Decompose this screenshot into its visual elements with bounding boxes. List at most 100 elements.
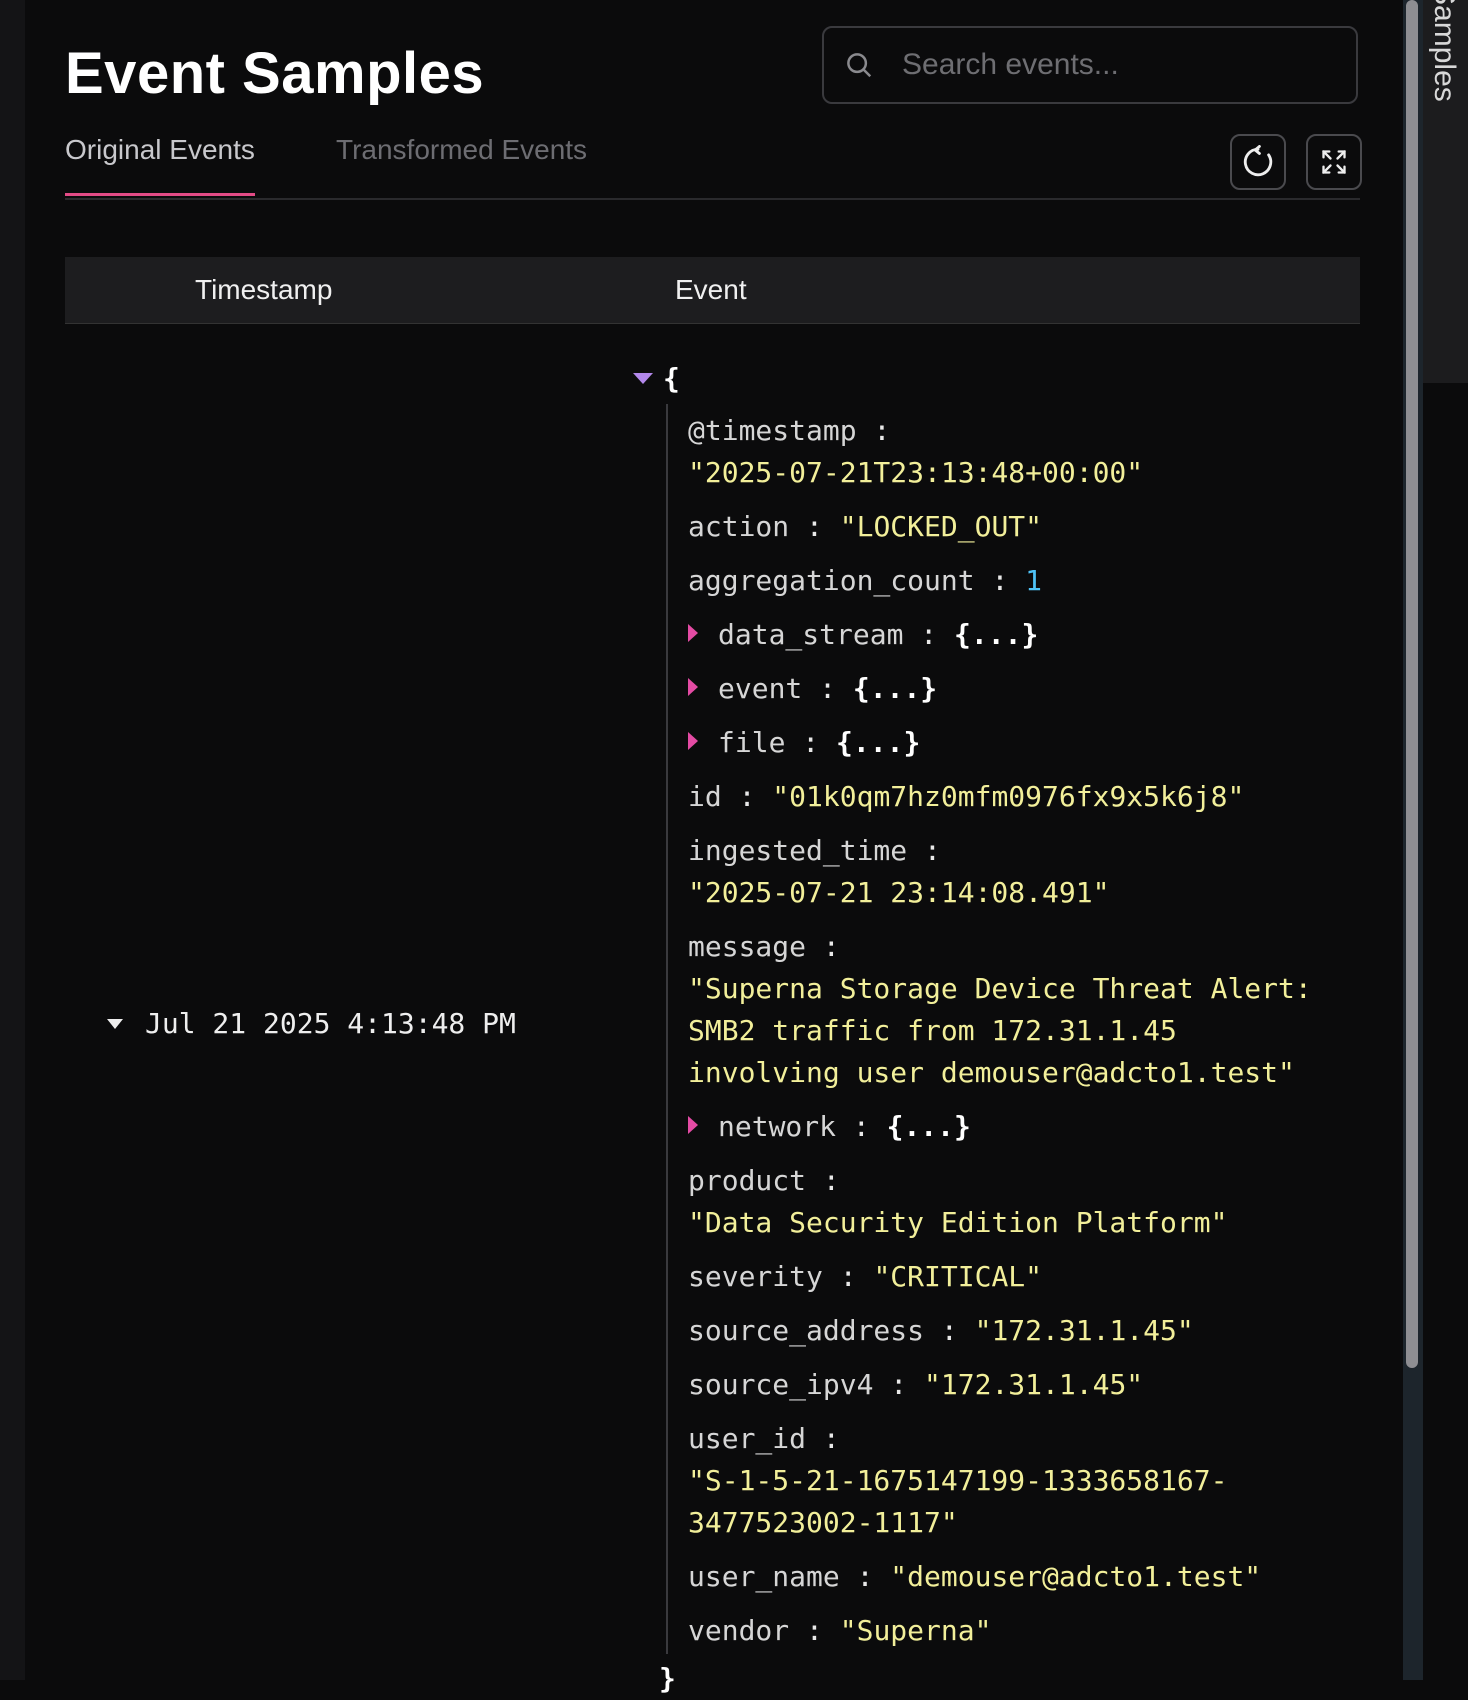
json-field-product: product : xyxy=(688,1160,840,1202)
caret-right-icon[interactable] xyxy=(688,732,698,750)
json-colon: : xyxy=(856,1560,874,1593)
scrollbar-thumb[interactable] xyxy=(1406,0,1418,1368)
json-value: "2025-07-21 23:14:08.491" xyxy=(688,872,1109,914)
json-colon: : xyxy=(802,726,820,759)
caret-right-icon[interactable] xyxy=(688,624,698,642)
search-box[interactable] xyxy=(822,26,1358,104)
collapse-caret-icon[interactable] xyxy=(107,1018,123,1029)
json-colon: : xyxy=(873,414,891,447)
search-input[interactable] xyxy=(900,47,1324,83)
timestamp-value: Jul 21 2025 4:13:48 PM xyxy=(145,1007,516,1040)
json-string-value: "Data Security Edition Platform" xyxy=(688,1206,1228,1239)
json-field-severity: severity : "CRITICAL" xyxy=(688,1256,1042,1298)
json-key: source_address xyxy=(688,1314,925,1347)
json-value: 3477523002-1117" xyxy=(688,1502,958,1544)
json-string-value: "demouser@adcto1.test" xyxy=(890,1560,1262,1593)
column-header-timestamp[interactable]: Timestamp xyxy=(195,274,332,306)
json-string-value: "172.31.1.45" xyxy=(974,1314,1194,1347)
json-collapsed-object[interactable]: {...} xyxy=(954,618,1038,651)
json-field-timestamp: @timestamp : xyxy=(688,410,890,452)
json-key: source_ipv4 xyxy=(688,1368,874,1401)
json-number-value: 1 xyxy=(1025,564,1043,597)
json-colon: : xyxy=(991,564,1009,597)
json-string-value: "172.31.1.45" xyxy=(924,1368,1144,1401)
json-collapsed-object[interactable]: {...} xyxy=(836,726,920,759)
json-key: @timestamp xyxy=(688,414,857,447)
json-field-network[interactable]: network : {...} xyxy=(688,1106,971,1148)
json-key: id xyxy=(688,780,722,813)
tab-bar: Original Events Transformed Events xyxy=(65,130,1360,200)
json-key: network xyxy=(718,1110,837,1143)
json-string-value: "S-1-5-21-1675147199-1333658167- xyxy=(688,1464,1228,1497)
json-key: vendor xyxy=(688,1614,790,1647)
json-field-source-ipv4: source_ipv4 : "172.31.1.45" xyxy=(688,1364,1143,1406)
json-field-event[interactable]: event : {...} xyxy=(688,668,937,710)
caret-right-icon[interactable] xyxy=(688,678,698,696)
json-indent-guide xyxy=(666,404,668,1654)
json-key: product xyxy=(688,1164,807,1197)
json-field-id: id : "01k0qm7hz0mfm0976fx9x5k6j8" xyxy=(688,776,1244,818)
json-field-user-name: user_name : "demouser@adcto1.test" xyxy=(688,1556,1261,1598)
json-key: data_stream xyxy=(718,618,904,651)
json-string-value: "Superna Storage Device Threat Alert: xyxy=(688,972,1312,1005)
json-colon: : xyxy=(806,1614,823,1647)
json-key: ingested_time xyxy=(688,834,908,867)
tab-transformed-events[interactable]: Transformed Events xyxy=(336,134,587,196)
json-string-value: "CRITICAL" xyxy=(873,1260,1043,1293)
expand-button[interactable] xyxy=(1306,134,1362,190)
json-field-data-stream[interactable]: data_stream : {...} xyxy=(688,614,1038,656)
json-field-file[interactable]: file : {...} xyxy=(688,722,920,764)
json-colon: : xyxy=(940,1314,958,1347)
left-gutter xyxy=(0,0,26,1680)
json-value: "Superna Storage Device Threat Alert: xyxy=(688,968,1312,1010)
json-collapsed-object[interactable]: {...} xyxy=(853,672,937,705)
json-value: "S-1-5-21-1675147199-1333658167- xyxy=(688,1460,1227,1502)
json-string-value: 3477523002-1117" xyxy=(688,1506,958,1539)
json-key: file xyxy=(718,726,786,759)
json-key: action xyxy=(688,510,790,543)
json-collapsed-object[interactable]: {...} xyxy=(887,1110,971,1143)
json-colon: : xyxy=(924,834,941,867)
json-field-ingested-time: ingested_time : xyxy=(688,830,941,872)
json-key: user_name xyxy=(688,1560,840,1593)
json-value: "Data Security Edition Platform" xyxy=(688,1202,1227,1244)
json-field-action: action : "LOCKED_OUT" xyxy=(688,506,1042,548)
json-colon: : xyxy=(822,930,840,963)
json-colon: : xyxy=(890,1368,908,1401)
search-icon xyxy=(847,53,872,78)
side-panel-label: Event Samples xyxy=(1428,0,1461,102)
json-key: event xyxy=(718,672,803,705)
refresh-button[interactable] xyxy=(1230,134,1286,190)
json-string-value: "LOCKED_OUT" xyxy=(839,510,1043,543)
json-key: user_id xyxy=(688,1422,807,1455)
json-string-value: "2025-07-21T23:13:48+00:00" xyxy=(688,456,1144,489)
json-field-user-id: user_id : xyxy=(688,1418,840,1460)
json-root-toggle[interactable]: { xyxy=(633,362,680,395)
json-string-value: "2025-07-21 23:14:08.491" xyxy=(688,876,1110,909)
json-field-aggregation-count: aggregation_count : 1 xyxy=(688,560,1042,602)
page-title: Event Samples xyxy=(65,41,485,106)
caret-down-icon[interactable] xyxy=(633,373,653,384)
json-colon: : xyxy=(819,672,837,705)
json-colon: : xyxy=(806,510,823,543)
tab-original-events[interactable]: Original Events xyxy=(65,134,255,196)
side-panel-tab[interactable]: Event Samples xyxy=(1423,0,1468,383)
json-string-value: SMB2 traffic from 172.31.1.45 xyxy=(688,1014,1177,1047)
refresh-icon xyxy=(1243,145,1273,177)
json-key: message xyxy=(688,930,807,963)
json-value: SMB2 traffic from 172.31.1.45 xyxy=(688,1010,1177,1052)
json-field-message: message : xyxy=(688,926,840,968)
expand-icon xyxy=(1322,150,1346,174)
json-string-value: "Superna" xyxy=(839,1614,992,1647)
column-header-event[interactable]: Event xyxy=(675,274,747,306)
json-close-brace: } xyxy=(659,1662,676,1695)
caret-right-icon[interactable] xyxy=(688,1116,698,1134)
json-field-vendor: vendor : "Superna" xyxy=(688,1610,991,1652)
json-string-value: involving user demouser@adcto1.test" xyxy=(688,1056,1295,1089)
json-field-source-address: source_address : "172.31.1.45" xyxy=(688,1310,1194,1352)
row-timestamp[interactable]: Jul 21 2025 4:13:48 PM xyxy=(107,1007,516,1040)
json-colon: : xyxy=(822,1422,840,1455)
json-colon: : xyxy=(852,1110,870,1143)
json-key: severity xyxy=(688,1260,823,1293)
json-colon: : xyxy=(822,1164,840,1197)
